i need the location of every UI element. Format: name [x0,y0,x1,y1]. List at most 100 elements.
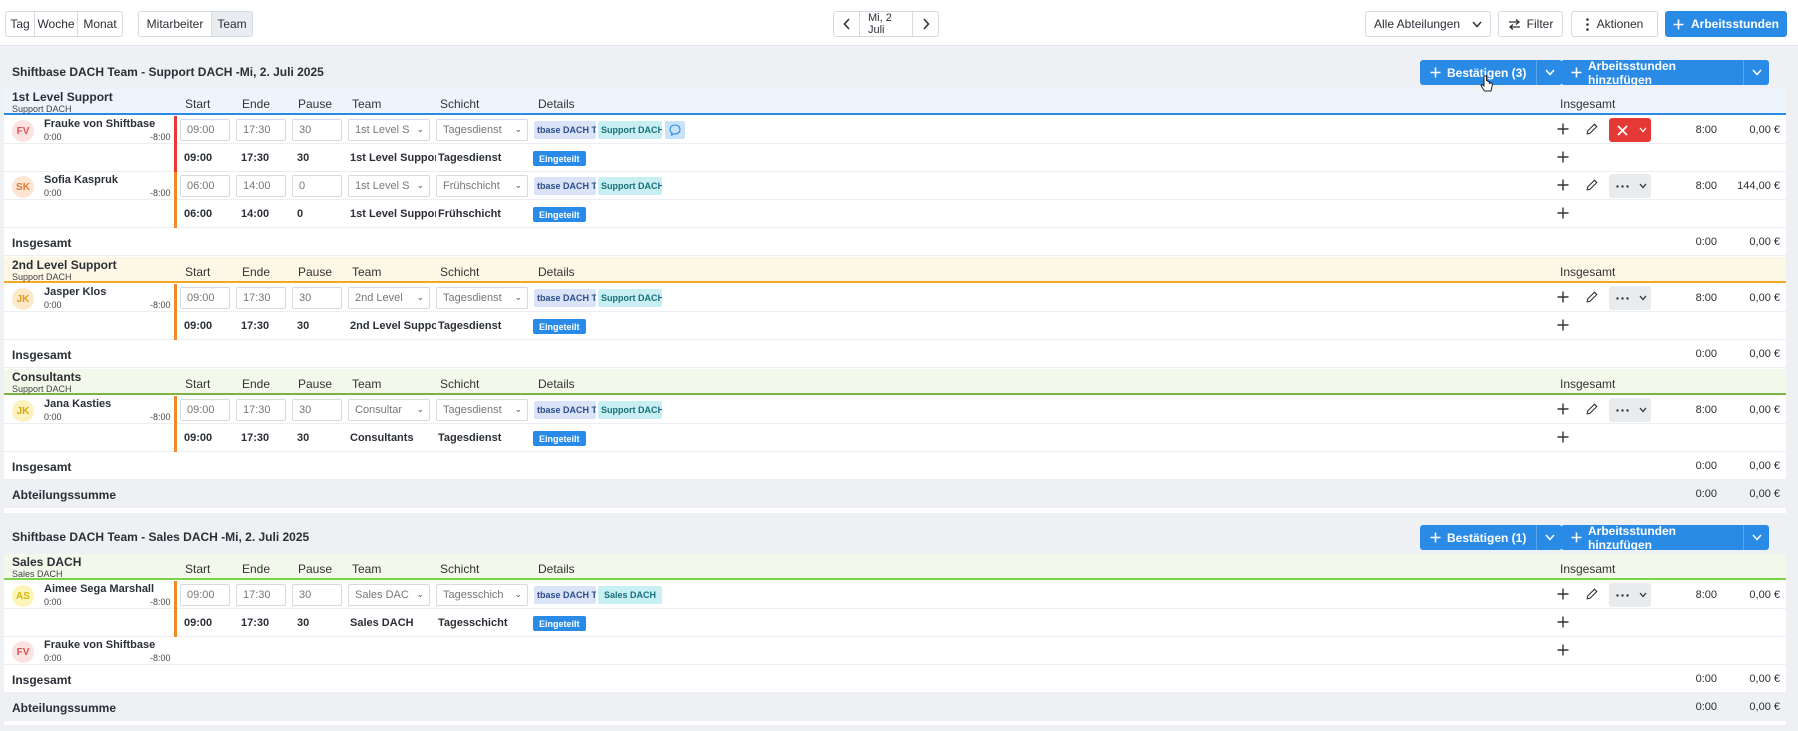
plus-icon[interactable] [1557,151,1569,163]
row-hours: 8:00 [1695,292,1717,304]
view-day-button[interactable]: Tag [5,11,35,37]
confirm-button[interactable]: Bestätigen (1) [1420,525,1537,550]
shift-select[interactable]: Tagesschich ⌄ [436,584,528,606]
col-shift: Schicht [440,562,480,576]
more-dropdown-button[interactable] [1635,174,1651,198]
add-hours-dropdown-button[interactable] [1743,60,1769,85]
employee-name[interactable]: Sofia Kaspruk [44,174,118,186]
employee-name[interactable]: Frauke von Shiftbase [44,118,155,130]
add-hours-section-button[interactable]: Arbeitsstunden hinzufügen [1561,60,1743,85]
col-start: Start [185,562,211,576]
total-money: 0,00 € [1749,348,1780,360]
add-hours-section-button[interactable]: Arbeitsstunden hinzufügen [1561,525,1743,550]
actions-button[interactable]: Aktionen [1571,11,1658,37]
chevron-down-icon: ⌄ [514,180,522,190]
plus-icon [1571,532,1582,543]
chevron-down-icon: ⌄ [416,180,424,190]
more-dropdown-button[interactable] [1635,583,1651,607]
pencil-icon[interactable] [1586,123,1598,135]
add-hours-dropdown-button[interactable] [1743,525,1769,550]
mode-switcher: Mitarbeiter Team [138,11,253,37]
start-value: 09:00 [184,320,213,332]
plus-icon[interactable] [1557,588,1569,600]
pause-input[interactable]: 30 [292,584,342,606]
plus-icon[interactable] [1557,431,1569,443]
plus-icon[interactable] [1557,644,1569,656]
pencil-icon[interactable] [1586,291,1598,303]
comment-button[interactable] [665,121,685,139]
department-select[interactable]: Alle Abteilungen [1365,11,1491,37]
start-input[interactable]: 09:00 [180,584,230,606]
date-label[interactable]: Mi, 2 Juli [859,11,913,37]
pencil-icon[interactable] [1586,179,1598,191]
reject-dropdown-button[interactable] [1635,118,1651,142]
plus-icon[interactable] [1557,179,1569,191]
row-money: 0,00 € [1749,404,1780,416]
confirm-dropdown-button[interactable] [1536,60,1563,85]
start-input[interactable]: 09:00 [180,399,230,421]
end-value: 17:30 [241,617,270,629]
more-button[interactable] [1609,583,1635,607]
more-dropdown-button[interactable] [1635,286,1651,310]
pause-input[interactable]: 30 [292,399,342,421]
view-week-button[interactable]: Woche [34,11,78,37]
pause-input[interactable]: 0 [292,175,342,197]
plus-icon[interactable] [1557,207,1569,219]
chevron-down-icon [1639,127,1647,133]
more-action-group [1609,583,1651,607]
more-button[interactable] [1609,398,1635,422]
more-button[interactable] [1609,286,1635,310]
pencil-icon[interactable] [1586,403,1598,415]
shift-select[interactable]: Tagesdienst ⌄ [436,399,528,421]
plus-icon[interactable] [1557,319,1569,331]
start-input[interactable]: 09:00 [180,287,230,309]
filter-button[interactable]: Filter [1498,11,1563,37]
plus-icon[interactable] [1557,123,1569,135]
employee-name[interactable]: Frauke von Shiftbase [44,639,155,651]
pause-input[interactable]: 30 [292,287,342,309]
add-hours-button[interactable]: Arbeitsstunden [1665,11,1787,37]
end-input[interactable]: 17:30 [236,399,286,421]
view-month-button[interactable]: Monat [77,11,123,37]
employee-name[interactable]: Jana Kasties [44,398,111,410]
confirm-dropdown-button[interactable] [1536,525,1563,550]
team-select[interactable]: Consultar ⌄ [348,399,430,421]
plus-icon[interactable] [1557,291,1569,303]
more-button[interactable] [1609,174,1635,198]
start-input[interactable]: 09:00 [180,119,230,141]
end-input[interactable]: 17:30 [236,119,286,141]
mode-employee-button[interactable]: Mitarbeiter [138,11,212,37]
more-dropdown-button[interactable] [1635,398,1651,422]
end-input[interactable]: 17:30 [236,584,286,606]
dept-sum-money: 0,00 € [1749,701,1780,713]
employee-name[interactable]: Jasper Klos [44,286,106,298]
next-day-button[interactable] [912,11,939,37]
start-input[interactable]: 06:00 [180,175,230,197]
section-title: Shiftbase DACH Team - Support DACH -Mi, … [12,65,324,79]
chevron-left-icon [842,18,851,30]
col-details: Details [538,377,575,391]
section-header: Shiftbase DACH Team - Support DACH -Mi, … [4,55,1786,89]
shift-select[interactable]: Tagesdienst ⌄ [436,119,528,141]
team-select[interactable]: Sales DAC ⌄ [348,584,430,606]
plus-icon[interactable] [1557,616,1569,628]
reject-button[interactable] [1609,118,1635,142]
pencil-icon[interactable] [1586,588,1598,600]
start-value: 09:00 [184,617,213,629]
confirm-button[interactable]: Bestätigen (3) [1420,60,1537,85]
team-select[interactable]: 1st Level S ⌄ [348,175,430,197]
plus-icon[interactable] [1557,403,1569,415]
team-select[interactable]: 2nd Level ⌄ [348,287,430,309]
pause-value: 30 [297,432,310,444]
shift-select[interactable]: Tagesdienst ⌄ [436,287,528,309]
prev-day-button[interactable] [833,11,860,37]
pause-input[interactable]: 30 [292,119,342,141]
employee-name[interactable]: Aimee Sega Marshall [44,583,154,595]
shift-select[interactable]: Frühschicht ⌄ [436,175,528,197]
mode-team-button[interactable]: Team [211,11,253,37]
end-input[interactable]: 14:00 [236,175,286,197]
add-hours-label: Arbeitsstunden [1691,17,1780,31]
end-input[interactable]: 17:30 [236,287,286,309]
shift-select-value: Tagesdienst [443,292,502,304]
team-select[interactable]: 1st Level S ⌄ [348,119,430,141]
